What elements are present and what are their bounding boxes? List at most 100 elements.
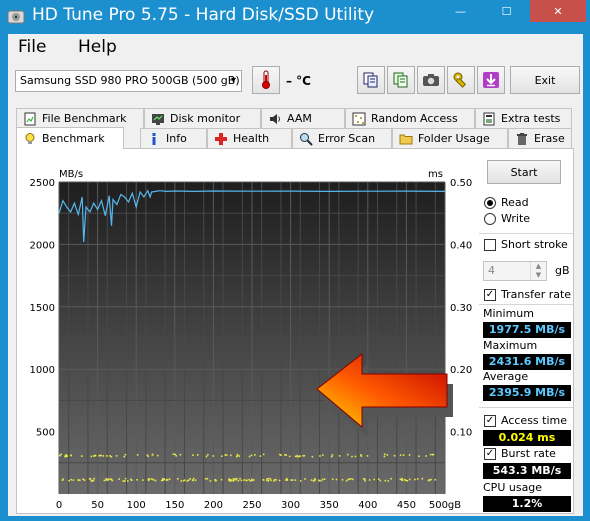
start-button[interactable]: Start: [487, 160, 561, 184]
access-time-checkbox[interactable]: ✓ Access time: [484, 414, 567, 427]
access-time-point: [399, 454, 402, 456]
access-time-point: [350, 478, 352, 480]
access-time-point: [152, 479, 155, 481]
access-time-point: [351, 478, 354, 481]
short-stroke-checkbox[interactable]: Short stroke: [484, 238, 568, 251]
access-time-point: [78, 479, 81, 481]
access-time-point: [351, 455, 353, 458]
access-time-point: [172, 453, 175, 455]
access-time-point: [175, 455, 177, 457]
chart-y-tick-label-left: 500: [36, 428, 55, 439]
tab-error-scan[interactable]: Error Scan: [292, 128, 392, 148]
client-area: File Help Samsung SSD 980 PRO 500GB (500…: [8, 34, 583, 516]
options-button[interactable]: [447, 66, 475, 94]
access-time-point: [269, 477, 271, 480]
device-select[interactable]: Samsung SSD 980 PRO 500GB (500 gB) ▾: [15, 70, 242, 92]
chart-x-tick-label: 450: [397, 500, 416, 511]
access-time-point: [130, 478, 132, 481]
access-time-point: [151, 454, 154, 456]
cpu-usage-label: CPU usage: [483, 481, 543, 494]
tab-random-access[interactable]: Random Access: [345, 108, 475, 128]
chart-x-tick-label: 500gB: [429, 500, 461, 511]
access-time-point: [93, 477, 96, 480]
access-time-point: [259, 455, 262, 457]
trash-icon: [517, 132, 527, 145]
access-time-point: [321, 478, 324, 481]
chart-y-tick-label-left: 1500: [30, 303, 55, 314]
tab-health[interactable]: Health: [207, 128, 292, 148]
chart-x-tick-label: 0: [56, 500, 62, 511]
maximum-label: Maximum: [483, 339, 538, 352]
access-time-point: [387, 480, 390, 482]
access-time-point: [296, 454, 299, 457]
access-time-point: [147, 455, 149, 458]
access-time-value: 0.024 ms: [483, 430, 571, 446]
tab-disk-monitor[interactable]: Disk monitor: [144, 108, 261, 128]
access-time-point: [168, 478, 171, 480]
copy-info-button[interactable]: [357, 66, 385, 94]
access-time-point: [196, 454, 199, 456]
access-time-point: [347, 453, 349, 456]
access-time-point: [212, 455, 215, 457]
access-time-point: [187, 479, 190, 481]
chart-y-tick-label-right: 0.20: [450, 365, 472, 376]
tab-folder-usage[interactable]: Folder Usage: [392, 128, 508, 148]
access-time-point: [239, 477, 241, 480]
access-time-point: [254, 454, 256, 456]
short-stroke-stepper[interactable]: 4 ▲ ▼: [483, 261, 547, 281]
save-down-arrow-icon: [483, 72, 499, 88]
screenshot-button[interactable]: [417, 66, 445, 94]
access-time-point: [266, 479, 268, 482]
stepper-arrows-icon[interactable]: ▲ ▼: [530, 262, 546, 280]
write-radio-indicator: [484, 212, 496, 225]
access-time-point: [270, 479, 272, 481]
access-time-point: [379, 479, 382, 482]
access-time-point: [106, 479, 109, 481]
access-time-point: [142, 479, 144, 481]
close-button[interactable]: ✕: [530, 0, 586, 22]
access-time-point: [209, 480, 212, 482]
access-time-point: [94, 454, 97, 457]
access-time-point: [122, 480, 125, 482]
average-label: Average: [483, 370, 529, 383]
access-time-point: [313, 479, 315, 482]
access-time-point: [205, 455, 208, 458]
access-time-point: [124, 477, 127, 480]
menu-file[interactable]: File: [18, 37, 46, 57]
read-radio[interactable]: Read: [484, 196, 529, 209]
maximize-button[interactable]: ☐: [484, 0, 529, 22]
chart-left-unit: MB/s: [59, 169, 83, 180]
access-time-point: [147, 478, 150, 481]
burst-rate-checkbox[interactable]: ✓ Burst rate: [484, 447, 556, 460]
tab-benchmark[interactable]: Benchmark: [16, 127, 124, 149]
access-time-point: [182, 479, 185, 482]
access-time-point: [70, 478, 72, 481]
tab-erase[interactable]: Erase: [508, 128, 572, 148]
access-time-point: [429, 453, 432, 456]
tab-aam[interactable]: AAM: [261, 108, 345, 128]
access-time-point: [262, 453, 265, 456]
temperature-readout: – °C: [286, 74, 311, 88]
health-cross-icon: [215, 132, 227, 145]
access-time-point: [65, 454, 68, 456]
access-time-point: [162, 479, 164, 481]
temperature-button[interactable]: [252, 66, 280, 94]
access-time-point: [66, 455, 68, 458]
tab-info[interactable]: Info: [140, 128, 207, 148]
access-time-point: [432, 453, 435, 456]
access-time-point: [360, 454, 362, 456]
short-stroke-box: [484, 238, 496, 251]
write-radio[interactable]: Write: [484, 212, 530, 225]
copy-all-button[interactable]: [387, 66, 415, 94]
transfer-rate-checkbox[interactable]: ✓ Transfer rate: [484, 288, 571, 301]
exit-button[interactable]: Exit: [510, 66, 580, 94]
access-time-point: [267, 478, 269, 480]
title-bar: HD Tune Pro 5.75 - Hard Disk/SSD Utility…: [0, 0, 590, 34]
menu-help[interactable]: Help: [78, 37, 117, 57]
tab-extra-tests[interactable]: Extra tests: [475, 108, 572, 128]
access-time-point: [273, 478, 276, 481]
save-button[interactable]: [477, 66, 505, 94]
minimize-button[interactable]: —: [438, 0, 483, 22]
tab-file-benchmark[interactable]: File Benchmark: [16, 108, 144, 128]
access-time-point: [291, 479, 294, 481]
